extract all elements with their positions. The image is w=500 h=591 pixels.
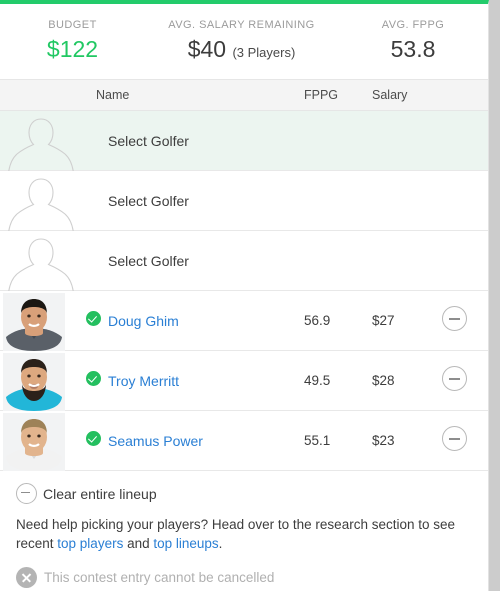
remove-player-button[interactable] [442,366,467,391]
select-golfer-slot[interactable]: Select Golfer [108,193,304,209]
avatar [0,231,86,291]
salary-cell: $27 [372,313,395,328]
avg-fppg-label: AVG. FPPG [381,19,445,31]
help-text-part2: and [123,536,154,551]
player-name-link[interactable]: Troy Merritt [108,373,179,389]
avatar [0,111,86,171]
lineup-row[interactable]: Select Golfer [0,231,488,291]
player-count: (3 Players) [232,45,296,60]
player-photo-doug-ghim [3,292,65,351]
avg-fppg-value: 53.8 [390,36,436,62]
avg-salary-remaining-value: $40 (3 Players) [145,35,338,67]
lock-status [86,370,108,391]
budget-value: $122 [46,36,99,62]
placeholder-avatar-icon [8,177,74,231]
player-name-link[interactable]: Seamus Power [108,433,203,449]
select-golfer-slot[interactable]: Select Golfer [108,253,304,269]
lineup-row[interactable]: Troy Merritt 49.5 $28 [0,351,488,411]
minus-circle-icon [16,483,37,504]
budget-stat: BUDGET $122 [0,18,145,63]
row-action-cell [434,306,488,335]
row-action-cell [434,426,488,455]
player-photo-troy-merritt [3,352,65,411]
lineup-row[interactable]: Select Golfer [0,111,488,171]
lineup-row[interactable]: Seamus Power 55.1 $23 [0,411,488,471]
player-name-cell[interactable]: Seamus Power [108,433,304,449]
top-lineups-link[interactable]: top lineups [153,536,218,551]
lock-status [86,430,108,451]
placeholder-avatar-icon [8,117,74,171]
salary-cell: $23 [372,433,395,448]
lineup-table-body: Select Golfer Select Golfer Select Golfer D… [0,111,488,471]
avg-fppg-stat: AVG. FPPG 53.8 [338,18,488,63]
column-header-salary: Salary [372,88,408,102]
fppg-cell: 55.1 [304,433,331,448]
help-text: Need help picking your players? Head ove… [16,515,456,553]
salary-cell: $28 [372,373,395,388]
select-golfer-slot[interactable]: Select Golfer [108,133,304,149]
check-circle-icon [86,310,101,326]
page-background-edge [489,0,500,591]
lineup-row[interactable]: Select Golfer [0,171,488,231]
top-players-link[interactable]: top players [57,536,123,551]
column-header-fppg: FPPG [304,88,339,102]
avg-salary-remaining-stat: AVG. SALARY REMAINING $40 (3 Players) [145,18,338,67]
remove-player-button[interactable] [442,306,467,331]
player-name-cell[interactable]: Doug Ghim [108,313,304,329]
fppg-cell: 49.5 [304,373,331,388]
player-name-cell[interactable]: Troy Merritt [108,373,304,389]
x-circle-icon [16,567,37,588]
clear-entire-lineup-button[interactable]: Clear entire lineup [16,483,472,504]
lineup-panel: BUDGET $122 AVG. SALARY REMAINING $40 (3… [0,0,489,591]
remove-player-button[interactable] [442,426,467,451]
cancel-notice-text: This contest entry cannot be cancelled [44,570,275,585]
lock-status [86,310,108,331]
avg-salary-remaining-label: AVG. SALARY REMAINING [168,19,315,31]
lineup-row[interactable]: Doug Ghim 56.9 $27 [0,291,488,351]
avg-salary-amount: $40 [187,36,227,62]
player-photo-seamus-power [3,412,65,471]
placeholder-avatar-icon [8,237,74,291]
check-circle-icon [86,370,101,386]
check-circle-icon [86,430,101,446]
column-header-name: Name [96,88,130,102]
lineup-summary-bar: BUDGET $122 AVG. SALARY REMAINING $40 (3… [0,4,488,79]
budget-label: BUDGET [48,19,97,31]
fppg-cell: 56.9 [304,313,331,328]
avatar [0,411,86,471]
cancel-notice: This contest entry cannot be cancelled [16,567,472,588]
lineup-footer: Clear entire lineup Need help picking yo… [0,471,488,588]
avatar [0,291,86,351]
avatar [0,171,86,231]
help-text-part3: . [218,536,223,551]
player-name-link[interactable]: Doug Ghim [108,313,179,329]
lineup-table-header: Name FPPG Salary [0,79,488,111]
row-action-cell [434,366,488,395]
avatar [0,351,86,411]
clear-entire-lineup-label: Clear entire lineup [43,485,157,502]
